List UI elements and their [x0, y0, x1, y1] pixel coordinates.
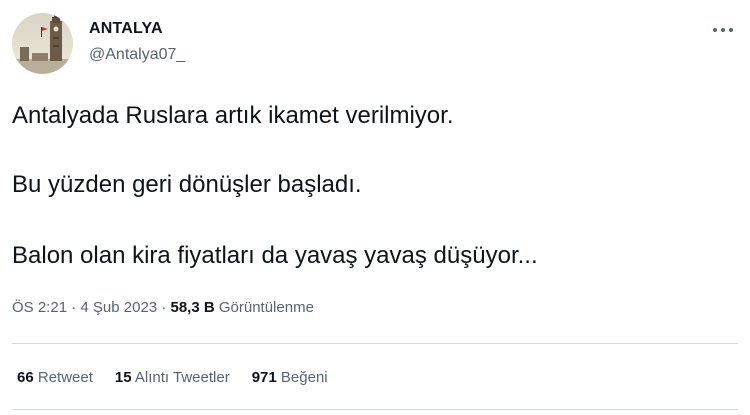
more-options-button[interactable] [706, 20, 740, 40]
tweet-text-line: Bu yüzden geri dönüşler başladı. [12, 171, 362, 198]
likes-count: 971 [251, 369, 277, 386]
meta-separator: · [71, 299, 77, 316]
avatar[interactable] [12, 13, 73, 74]
tweet-text-line: Balon olan kira fiyatları da yavaş yavaş… [12, 242, 538, 269]
retweets-label: Retweet [37, 369, 93, 386]
views-label: Görüntülenme [218, 299, 314, 316]
views-count: 58,3 B [170, 299, 215, 316]
quotes-label: Alıntı Tweetler [134, 369, 230, 386]
tweet-meta: ÖS 2:21 · 4 Şub 2023 · 58,3 B Görüntülen… [12, 299, 314, 316]
meta-separator: · [161, 299, 167, 316]
tweet-text-line: Antalyada Ruslara artık ikamet verilmiyo… [12, 102, 454, 129]
tweet-time[interactable]: ÖS 2:21 [12, 299, 67, 316]
quotes-count: 15 [114, 369, 132, 386]
display-name[interactable]: ANTALYA [89, 20, 163, 38]
retweets-stat[interactable]: 66 Retweet [17, 369, 93, 386]
username[interactable]: @Antalya07_ [89, 46, 185, 64]
more-horizontal-icon [713, 28, 733, 32]
likes-label: Beğeni [280, 369, 328, 386]
likes-stat[interactable]: 971 Beğeni [252, 369, 328, 386]
clock-tower-photo [12, 13, 73, 74]
quotes-stat[interactable]: 15 Alıntı Tweetler [115, 369, 230, 386]
retweets-count: 66 [17, 369, 34, 386]
tweet-date[interactable]: 4 Şub 2023 [80, 299, 157, 316]
tweet-stats: 66 Retweet 15 Alıntı Tweetler 971 Beğeni [17, 369, 328, 386]
divider [12, 343, 738, 344]
divider [12, 409, 738, 410]
